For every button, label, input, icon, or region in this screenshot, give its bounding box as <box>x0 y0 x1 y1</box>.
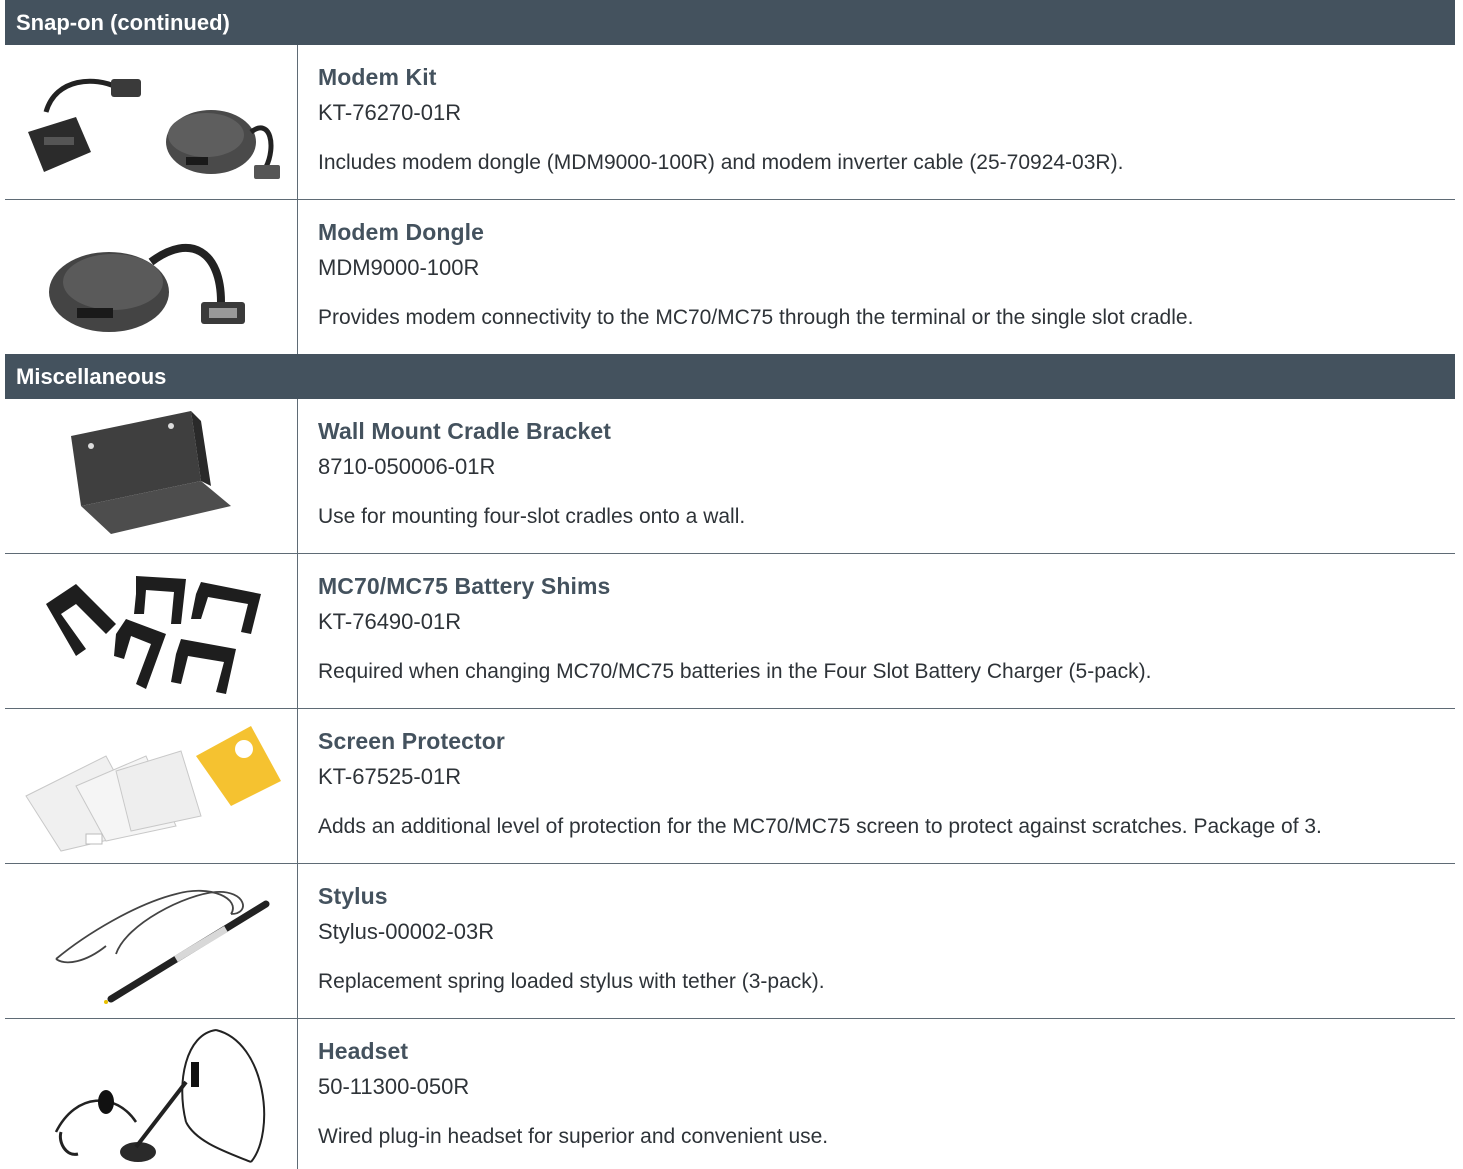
product-row-screen-protector: Screen Protector KT-67525-01R Adds an ad… <box>5 709 1455 864</box>
product-description: Provides modem connectivity to the MC70/… <box>318 306 1194 329</box>
product-row-wall-mount-bracket: Wall Mount Cradle Bracket 8710-050006-01… <box>5 399 1455 554</box>
headset-info: Headset 50-11300-050R Wired plug-in head… <box>298 1019 1455 1169</box>
product-row-modem-kit: Modem Kit KT-76270-01R Includes modem do… <box>5 45 1455 200</box>
part-number: 8710-050006-01R <box>318 454 496 479</box>
modem-kit-info: Modem Kit KT-76270-01R Includes modem do… <box>298 45 1455 199</box>
product-title: MC70/MC75 Battery Shims <box>318 573 611 599</box>
part-number: KT-76270-01R <box>318 100 462 125</box>
product-title: Modem Kit <box>318 64 437 90</box>
stylus-info: Stylus Stylus-00002-03R Replacement spri… <box>298 864 1455 1018</box>
wall-mount-bracket-image <box>5 399 298 553</box>
product-description: Adds an additional level of protection f… <box>318 815 1322 838</box>
part-number: Stylus-00002-03R <box>318 919 495 944</box>
part-number: 50-11300-050R <box>318 1074 470 1099</box>
modem-kit-image <box>5 45 298 199</box>
product-description: Includes modem dongle (MDM9000-100R) and… <box>318 151 1124 174</box>
modem-dongle-info: Modem Dongle MDM9000-100R Provides modem… <box>298 200 1455 354</box>
product-description: Required when changing MC70/MC75 batteri… <box>318 660 1152 683</box>
product-title: Headset <box>318 1038 409 1064</box>
stylus-image <box>5 864 298 1018</box>
product-row-headset: Headset 50-11300-050R Wired plug-in head… <box>5 1019 1455 1169</box>
part-number: KT-76490-01R <box>318 609 462 634</box>
product-title: Screen Protector <box>318 728 505 754</box>
product-title: Modem Dongle <box>318 219 485 245</box>
product-description: Use for mounting four-slot cradles onto … <box>318 505 746 528</box>
modem-dongle-image <box>5 200 298 354</box>
battery-shims-info: MC70/MC75 Battery Shims KT-76490-01R Req… <box>298 554 1455 708</box>
wall-mount-bracket-info: Wall Mount Cradle Bracket 8710-050006-01… <box>298 399 1455 553</box>
battery-shims-image <box>5 554 298 708</box>
part-number: KT-67525-01R <box>318 764 462 789</box>
screen-protector-image <box>5 709 298 863</box>
section-header-snap-on: Snap-on (continued) <box>5 0 1455 45</box>
part-number: MDM9000-100R <box>318 255 480 280</box>
product-row-modem-dongle: Modem Dongle MDM9000-100R Provides modem… <box>5 200 1455 354</box>
product-row-stylus: Stylus Stylus-00002-03R Replacement spri… <box>5 864 1455 1019</box>
product-description: Wired plug-in headset for superior and c… <box>318 1125 829 1148</box>
product-description: Replacement spring loaded stylus with te… <box>318 970 825 993</box>
accessory-catalog: Snap-on (continued) Modem Kit KT-76270-0… <box>5 0 1455 1169</box>
section-header-miscellaneous: Miscellaneous <box>5 354 1455 399</box>
headset-image <box>5 1019 298 1169</box>
product-title: Stylus <box>318 883 388 909</box>
product-row-battery-shims: MC70/MC75 Battery Shims KT-76490-01R Req… <box>5 554 1455 709</box>
screen-protector-info: Screen Protector KT-67525-01R Adds an ad… <box>298 709 1455 863</box>
product-title: Wall Mount Cradle Bracket <box>318 418 612 444</box>
